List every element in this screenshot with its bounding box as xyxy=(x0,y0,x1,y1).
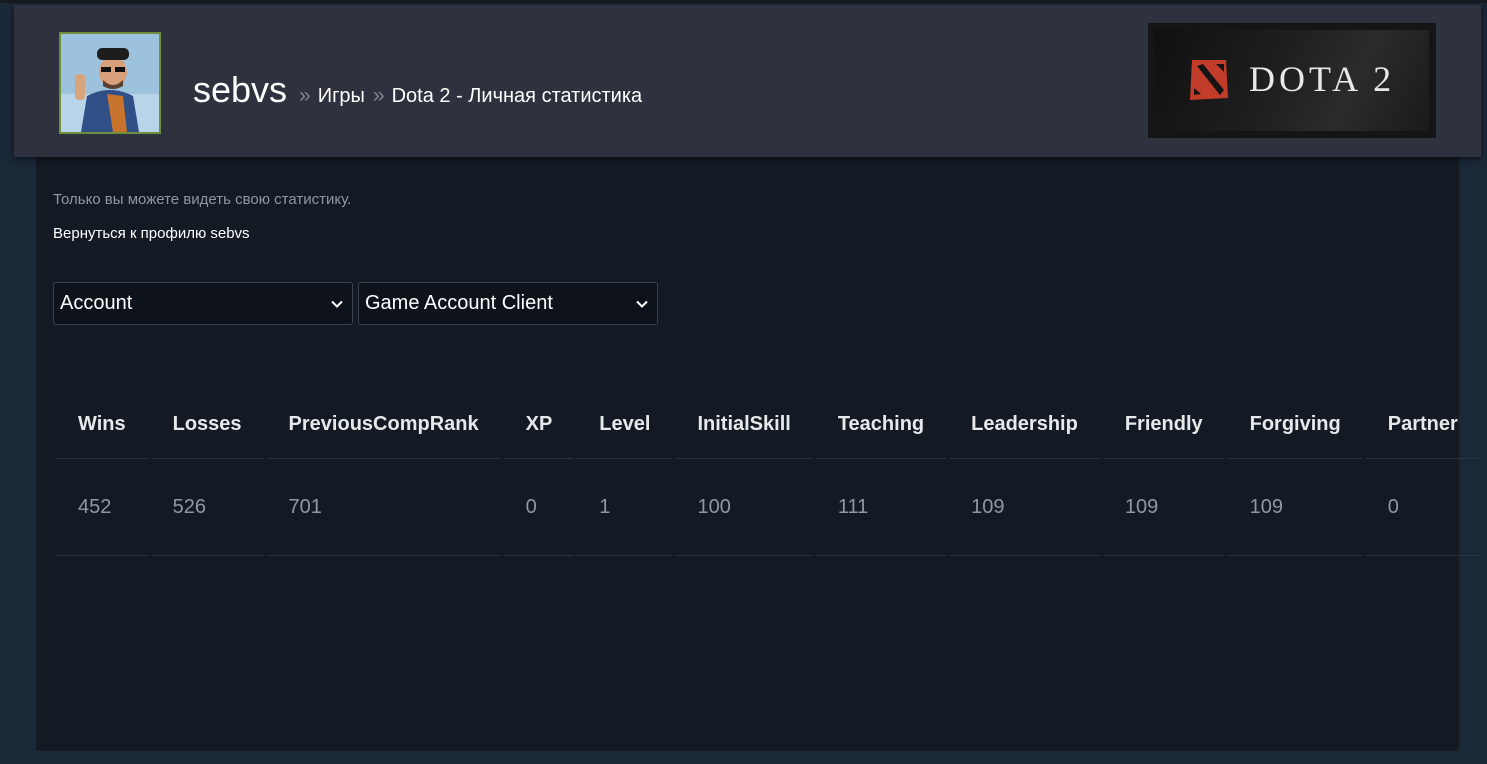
breadcrumb-games-link[interactable]: Игры xyxy=(318,85,365,108)
stats-table: Wins Losses PreviousCompRank XP Level In… xyxy=(56,390,1483,556)
column-header-partner: Partner xyxy=(1365,390,1480,459)
game-logo-banner: DOTA 2 xyxy=(1155,30,1429,131)
column-header-leadership: Leadership xyxy=(949,390,1100,459)
privacy-notice: Только вы можете видеть свою статистику. xyxy=(53,191,352,208)
breadcrumb-separator: » xyxy=(372,84,385,107)
breadcrumb-separator: » xyxy=(299,84,311,107)
cell-leadership: 109 xyxy=(949,459,1100,556)
cell-teaching: 111 xyxy=(815,459,947,556)
game-logo[interactable]: DOTA 2 xyxy=(1148,23,1436,138)
column-header-previous-comp-rank: PreviousCompRank xyxy=(266,390,501,459)
chevron-down-icon xyxy=(636,300,648,308)
username-link[interactable]: sebvs xyxy=(193,69,287,111)
cell-partner: 0 xyxy=(1365,459,1480,556)
breadcrumb-page-link[interactable]: Dota 2 - Личная статистика xyxy=(392,85,643,108)
avatar[interactable] xyxy=(59,32,161,134)
cell-forgiving: 109 xyxy=(1227,459,1363,556)
cell-wins: 452 xyxy=(56,459,148,556)
avatar-image xyxy=(61,34,159,132)
cell-friendly: 109 xyxy=(1102,459,1225,556)
dota-logo-icon xyxy=(1190,60,1228,100)
breadcrumb: sebvs » Игры » Dota 2 - Личная статистик… xyxy=(193,69,642,113)
cell-losses: 526 xyxy=(150,459,264,556)
column-header-forgiving: Forgiving xyxy=(1227,390,1363,459)
column-header-xp: XP xyxy=(503,390,575,459)
category-select-value: Account xyxy=(60,292,133,314)
cell-initial-skill: 100 xyxy=(675,459,813,556)
back-to-profile-link[interactable]: Вернуться к профилю sebvs xyxy=(53,225,250,242)
column-header-losses: Losses xyxy=(150,390,264,459)
profile-header: sebvs » Игры » Dota 2 - Личная статистик… xyxy=(14,5,1481,157)
cell-previous-comp-rank: 701 xyxy=(266,459,501,556)
game-logo-text: DOTA 2 xyxy=(1249,59,1396,99)
cell-xp: 0 xyxy=(503,459,575,556)
column-header-teaching: Teaching xyxy=(815,390,947,459)
source-select-value: Game Account Client xyxy=(365,292,553,314)
column-header-wins: Wins xyxy=(56,390,148,459)
category-select[interactable]: Account xyxy=(53,282,353,325)
source-select[interactable]: Game Account Client xyxy=(358,282,658,325)
table-row: 452 526 701 0 1 100 111 109 109 109 0 xyxy=(56,459,1480,556)
table-header-row: Wins Losses PreviousCompRank XP Level In… xyxy=(56,390,1480,459)
column-header-initial-skill: InitialSkill xyxy=(675,390,813,459)
column-header-friendly: Friendly xyxy=(1102,390,1225,459)
chevron-down-icon xyxy=(331,300,343,308)
cell-level: 1 xyxy=(577,459,673,556)
stats-table-container[interactable]: Wins Losses PreviousCompRank XP Level In… xyxy=(56,390,1487,560)
column-header-level: Level xyxy=(577,390,673,459)
top-edge xyxy=(0,0,1487,3)
